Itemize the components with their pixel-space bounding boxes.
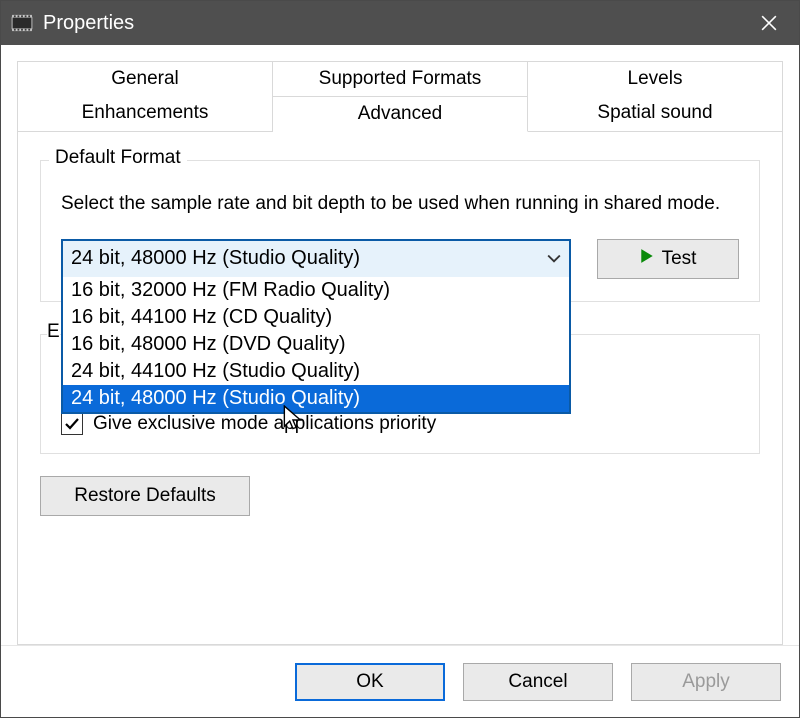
format-option[interactable]: 16 bit, 32000 Hz (FM Radio Quality) xyxy=(63,277,569,304)
format-option[interactable]: 16 bit, 48000 Hz (DVD Quality) xyxy=(63,331,569,358)
close-icon xyxy=(761,15,777,31)
ok-button-label: OK xyxy=(356,671,383,693)
restore-defaults-label: Restore Defaults xyxy=(74,485,216,507)
dialog-footer: OK Cancel Apply xyxy=(1,645,799,717)
tab-enhancements[interactable]: Enhancements xyxy=(17,96,273,131)
format-option[interactable]: 16 bit, 44100 Hz (CD Quality) xyxy=(63,304,569,331)
tabstrip: General Supported Formats Levels Enhance… xyxy=(17,61,783,131)
check-icon xyxy=(64,416,80,432)
properties-dialog: Properties General Supported Formats Lev… xyxy=(0,0,800,718)
tab-advanced[interactable]: Advanced xyxy=(273,96,528,132)
tab-general[interactable]: General xyxy=(17,61,273,96)
sample-format-dropdown: 16 bit, 32000 Hz (FM Radio Quality) 16 b… xyxy=(61,277,571,414)
play-icon xyxy=(640,248,654,270)
close-button[interactable] xyxy=(739,1,799,45)
test-button[interactable]: Test xyxy=(597,239,739,279)
client-area: General Supported Formats Levels Enhance… xyxy=(1,45,799,645)
exclusive-legend-fragment: E xyxy=(47,321,60,343)
format-option[interactable]: 24 bit, 44100 Hz (Studio Quality) xyxy=(63,358,569,385)
chevron-down-icon xyxy=(547,247,561,270)
sample-format-combobox[interactable]: 24 bit, 48000 Hz (Studio Quality) 16 bit… xyxy=(61,239,571,279)
exclusive-priority-checkbox[interactable] xyxy=(61,413,83,435)
test-button-label: Test xyxy=(662,248,697,270)
tab-page-advanced: Default Format Select the sample rate an… xyxy=(17,131,783,645)
ok-button[interactable]: OK xyxy=(295,663,445,701)
default-format-help: Select the sample rate and bit depth to … xyxy=(61,191,739,217)
cancel-button-label: Cancel xyxy=(508,671,567,693)
tab-supported-formats[interactable]: Supported Formats xyxy=(273,61,528,96)
tab-levels[interactable]: Levels xyxy=(528,61,783,96)
exclusive-priority-label: Give exclusive mode applications priorit… xyxy=(93,413,436,435)
window-title: Properties xyxy=(43,12,134,35)
titlebar: Properties xyxy=(1,1,799,45)
format-option-selected[interactable]: 24 bit, 48000 Hz (Studio Quality) xyxy=(63,385,569,412)
default-format-group: Default Format Select the sample rate an… xyxy=(40,160,760,302)
default-format-legend: Default Format xyxy=(49,147,187,169)
tab-spatial-sound[interactable]: Spatial sound xyxy=(528,96,783,131)
sample-format-selected: 24 bit, 48000 Hz (Studio Quality) xyxy=(71,247,360,270)
cancel-button[interactable]: Cancel xyxy=(463,663,613,701)
app-icon xyxy=(11,14,33,32)
apply-button-label: Apply xyxy=(682,671,730,693)
apply-button[interactable]: Apply xyxy=(631,663,781,701)
restore-defaults-button[interactable]: Restore Defaults xyxy=(40,476,250,516)
